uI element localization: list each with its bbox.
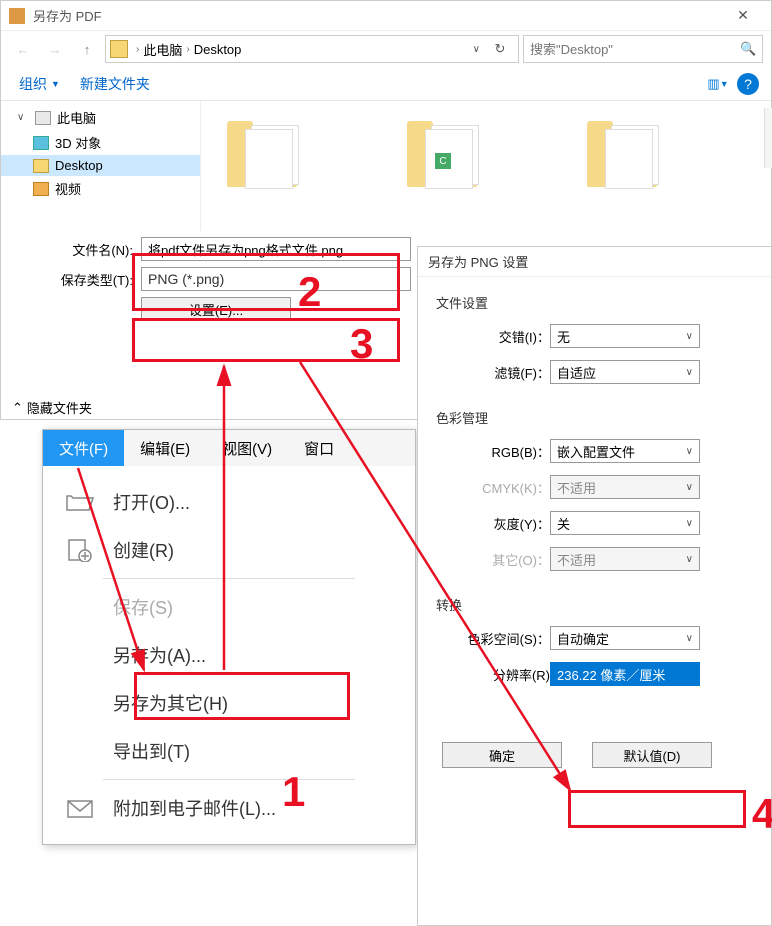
tree-video[interactable]: 视频 — [1, 176, 200, 201]
chevron-up-icon: ⌃ — [12, 400, 23, 416]
menu-save: 保存(S) — [43, 583, 415, 631]
search-icon[interactable]: 🔍 — [740, 41, 756, 57]
toolbar: 组织 ▼ 新建文件夹 ▥ ▼ ? — [1, 67, 771, 101]
window-title: 另存为 PDF — [33, 6, 723, 25]
filename-label: 文件名(N): — [13, 240, 141, 259]
cmyk-label: CMYK(K)： — [460, 478, 550, 497]
tree-3d-objects[interactable]: 3D 对象 — [1, 130, 200, 155]
gray-label: 灰度(Y)： — [460, 514, 550, 533]
interlace-label: 交错(I)： — [460, 327, 550, 346]
cmyk-select: 不适用∨ — [550, 475, 700, 499]
chevron-down-icon: ∨ — [686, 482, 693, 493]
tab-file[interactable]: 文件(F) — [43, 430, 124, 466]
savetype-label: 保存类型(T): — [13, 270, 141, 289]
interlace-select[interactable]: 无∨ — [550, 324, 700, 348]
color-mgmt-group: 色彩管理 RGB(B)： 嵌入配置文件∨ CMYK(K)： 不适用∨ 灰度(Y)… — [436, 408, 753, 571]
folder-item[interactable] — [581, 121, 671, 197]
file-settings-group: 文件设置 交错(I)： 无∨ 滤镜(F)： 自适应∨ — [436, 293, 753, 384]
search-input[interactable] — [530, 42, 740, 57]
chevron-down-icon: ∨ — [686, 518, 693, 529]
resolution-label: 分辨率(R) — [460, 665, 550, 684]
nav-back[interactable]: ← — [9, 35, 37, 63]
nav-bar: ← → ↑ › 此电脑 › Desktop ∨ ↻ 🔍 — [1, 31, 771, 67]
rgb-label: RGB(B)： — [460, 442, 550, 461]
other-label: 其它(O)： — [460, 550, 550, 569]
breadcrumb-level1[interactable]: 此电脑 — [143, 40, 182, 59]
png-dialog-title: 另存为 PNG 设置 — [418, 247, 771, 277]
filter-label: 滤镜(F)： — [460, 363, 550, 382]
chevron-down-icon: ∨ — [686, 367, 693, 378]
folder-item[interactable] — [221, 121, 311, 197]
close-button[interactable]: ✕ — [723, 2, 763, 30]
tree-desktop[interactable]: Desktop — [1, 155, 200, 176]
view-mode-button[interactable]: ▥ ▼ — [703, 72, 733, 96]
chevron-right-icon: › — [136, 44, 139, 55]
menu-create[interactable]: 创建(R) — [43, 526, 415, 574]
menu-save-as[interactable]: 另存为(A)... — [43, 631, 415, 679]
file-area[interactable]: C — [201, 101, 771, 231]
folder-item[interactable]: C — [401, 121, 491, 197]
chevron-down-icon: ∨ — [686, 446, 693, 457]
breadcrumb-level2[interactable]: Desktop — [194, 42, 242, 57]
conversion-group: 转换 色彩空间(S)： 自动确定∨ 分辨率(R) 236.22 像素／厘米 — [436, 595, 753, 686]
nav-up[interactable]: ↑ — [73, 35, 101, 63]
menu-attach-email[interactable]: 附加到电子邮件(L)... — [43, 784, 415, 832]
settings-button[interactable]: 设置(E)... — [141, 297, 291, 321]
file-menu-popup: 文件(F) 编辑(E) 视图(V) 窗口 打开(O)... 创建(R) 保存(S… — [42, 429, 416, 845]
other-select: 不适用∨ — [550, 547, 700, 571]
png-settings-dialog: 另存为 PNG 设置 文件设置 交错(I)： 无∨ 滤镜(F)： 自适应∨ 色彩… — [417, 246, 772, 926]
nav-forward[interactable]: → — [41, 35, 69, 63]
menu-open[interactable]: 打开(O)... — [43, 478, 415, 526]
folder-icon — [110, 40, 128, 58]
ok-button[interactable]: 确定 — [442, 742, 562, 768]
mail-icon — [63, 794, 97, 822]
search-box[interactable]: 🔍 — [523, 35, 763, 63]
organize-button[interactable]: 组织 ▼ — [9, 70, 70, 98]
colorspace-label: 色彩空间(S)： — [460, 629, 550, 648]
defaults-button[interactable]: 默认值(D) — [592, 742, 712, 768]
resolution-input[interactable]: 236.22 像素／厘米 — [550, 662, 700, 686]
hide-folders-toggle[interactable]: ⌃ 隐藏文件夹 — [12, 398, 92, 417]
refresh-icon[interactable]: ↻ — [486, 41, 514, 57]
tree-this-pc[interactable]: ∨此电脑 — [1, 105, 200, 130]
app-icon — [9, 8, 25, 24]
folder-tree: ∨此电脑 3D 对象 Desktop 视频 — [1, 101, 201, 231]
title-bar: 另存为 PDF ✕ — [1, 1, 771, 31]
new-folder-button[interactable]: 新建文件夹 — [70, 70, 160, 98]
chevron-down-icon: ∨ — [686, 633, 693, 644]
colorspace-select[interactable]: 自动确定∨ — [550, 626, 700, 650]
rgb-select[interactable]: 嵌入配置文件∨ — [550, 439, 700, 463]
tab-window[interactable]: 窗口 — [288, 430, 350, 466]
help-button[interactable]: ? — [733, 72, 763, 96]
chevron-down-icon: ∨ — [686, 331, 693, 342]
gray-select[interactable]: 关∨ — [550, 511, 700, 535]
tab-edit[interactable]: 编辑(E) — [124, 430, 206, 466]
filter-select[interactable]: 自适应∨ — [550, 360, 700, 384]
menu-tabs: 文件(F) 编辑(E) 视图(V) 窗口 — [43, 430, 415, 466]
chevron-right-icon: › — [186, 44, 189, 55]
folder-open-icon — [63, 488, 97, 516]
explorer-body: ∨此电脑 3D 对象 Desktop 视频 C — [1, 101, 771, 231]
savetype-select[interactable]: PNG (*.png) — [141, 267, 411, 291]
chevron-down-icon: ∨ — [686, 554, 693, 565]
menu-save-other[interactable]: 另存为其它(H) — [43, 679, 415, 727]
tab-view[interactable]: 视图(V) — [206, 430, 288, 466]
create-icon — [63, 536, 97, 564]
breadcrumb-dropdown[interactable]: ∨ — [467, 44, 486, 55]
edge-scrollbar — [764, 108, 772, 168]
menu-export-to[interactable]: 导出到(T) — [43, 727, 415, 775]
filename-input[interactable] — [141, 237, 411, 261]
breadcrumb[interactable]: › 此电脑 › Desktop ∨ ↻ — [105, 35, 519, 63]
